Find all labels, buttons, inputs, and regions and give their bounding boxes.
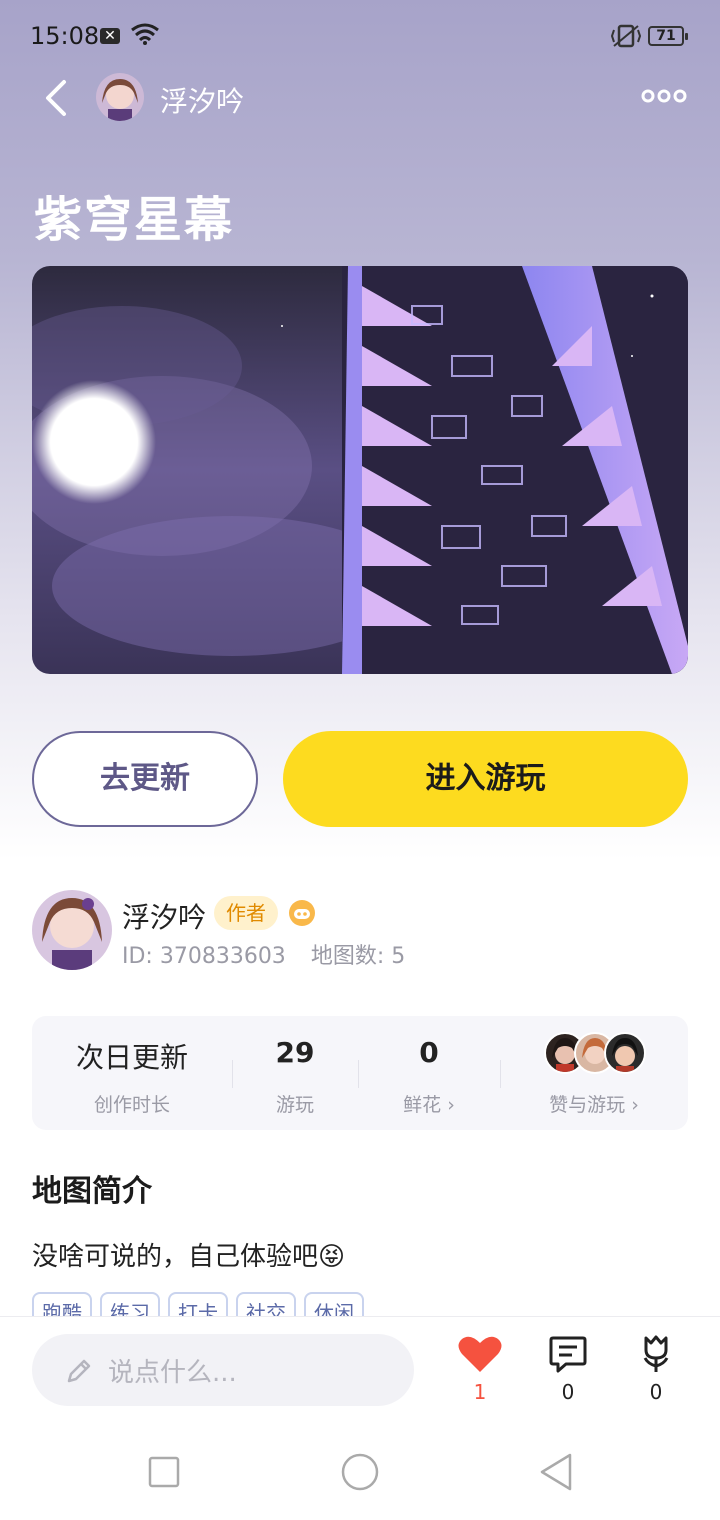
map-cover-image[interactable] [32,266,688,674]
author-meta: ID: 370833603 地图数: 5 [122,938,423,970]
stat-likes-label: 赞与游玩 [549,1094,626,1116]
stat-flowers-link[interactable]: 鲜花 › [358,1090,500,1117]
battery-indicator: 71 [648,26,688,46]
intro-text: 没啥可说的，自己体验吧😝 [32,1242,346,1272]
update-button[interactable]: 去更新 [32,731,258,827]
system-nav-bar [0,1426,720,1520]
recents-square-icon[interactable] [148,1456,180,1488]
back-triangle-icon[interactable] [538,1452,574,1492]
stat-plays-value: 29 [275,1036,315,1069]
intro-title: 地图简介 [32,1174,152,1209]
stat-likes-link[interactable]: 赞与游玩 › [500,1090,688,1117]
author-map-count: 地图数: 5 [310,944,406,969]
stat-duration-value: 次日更新 [75,1041,188,1074]
like-button[interactable]: 1 [450,1334,510,1404]
comment-input[interactable]: 说点什么... [32,1334,414,1406]
flower-count: 0 [649,1380,663,1404]
tag[interactable]: 跑酷 [32,1292,92,1318]
status-time: 15:08 [30,22,100,50]
author-avatar[interactable] [32,890,112,970]
tag[interactable]: 练习 [100,1292,160,1318]
tag-list: 跑酷 练习 打卡 社交 休闲 [32,1292,372,1318]
stat-flowers-value: 0 [419,1036,439,1069]
header-username[interactable]: 浮汐吟 [160,80,244,120]
rose-icon [643,1335,669,1372]
author-id: ID: 370833603 [122,944,286,969]
liker-avatars [500,1016,688,1076]
tag[interactable]: 休闲 [304,1292,364,1318]
gamepad-badge-icon [289,900,315,926]
flower-button[interactable]: 0 [626,1334,686,1404]
comment-placeholder: 说点什么... [108,1358,237,1388]
stat-duration-label: 创作时长 [93,1094,170,1116]
stat-duration: 次日更新 创作时长 [32,1016,232,1117]
more-options-icon[interactable] [640,86,688,106]
comment-icon [549,1336,587,1373]
stat-plays: 29 游玩 [232,1016,358,1117]
heart-icon [458,1336,502,1372]
pencil-icon [67,1359,91,1383]
stats-card: 次日更新 创作时长 29 游玩 0 鲜花 › 赞与游玩 › [32,1016,688,1130]
home-circle-icon[interactable] [340,1452,380,1492]
like-count: 1 [473,1380,487,1404]
liker-avatar [604,1032,646,1074]
stat-likes[interactable]: 赞与游玩 › [500,1016,688,1117]
wifi-icon [131,23,159,45]
stat-flowers[interactable]: 0 鲜花 › [358,1016,500,1117]
header-avatar[interactable] [96,73,144,121]
author-badge: 作者 [214,896,278,930]
notification-icon: ✕ [100,28,120,44]
vibrate-icon [610,24,642,48]
back-arrow-icon[interactable] [38,76,78,120]
play-button[interactable]: 进入游玩 [283,731,688,827]
comment-button[interactable]: 0 [538,1334,598,1404]
tag[interactable]: 打卡 [168,1292,228,1318]
stat-plays-label: 游玩 [275,1094,314,1116]
map-title: 紫穹星幕 [34,192,235,248]
stat-flowers-label: 鲜花 [403,1094,442,1116]
author-name[interactable]: 浮汐吟 [122,896,206,936]
tag[interactable]: 社交 [236,1292,296,1318]
comment-count: 0 [561,1380,575,1404]
